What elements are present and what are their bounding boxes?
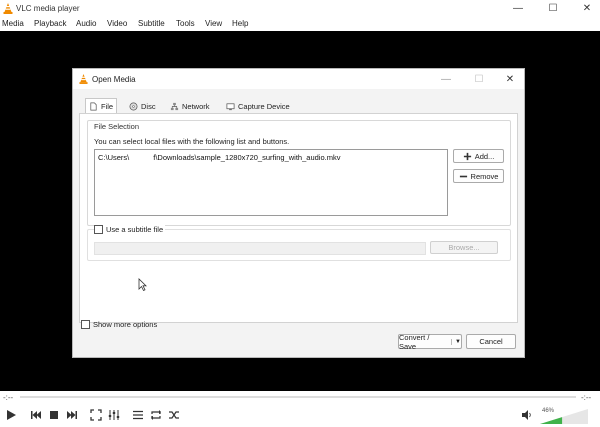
network-icon — [170, 102, 179, 110]
playlist-button[interactable] — [130, 407, 146, 423]
volume-slider[interactable]: 46% — [540, 407, 588, 425]
checkbox-box — [81, 320, 90, 329]
playlist-icon — [133, 410, 143, 420]
dialog-title: Open Media — [92, 75, 136, 84]
checkbox-box — [94, 225, 103, 234]
browse-button: Browse... — [430, 241, 498, 254]
file-path-suffix: f\Downloads\sample_1280x720_surfing_with… — [153, 153, 341, 162]
minimize-icon: — — [441, 73, 451, 85]
next-icon — [67, 411, 77, 419]
file-selection-group: File Selection You can select local file… — [87, 120, 511, 226]
close-icon: ✕ — [582, 3, 592, 14]
tab-disc[interactable]: Disc — [126, 99, 159, 113]
elapsed-time: -:-- — [3, 393, 14, 402]
window-title: VLC media player — [16, 4, 80, 13]
file-list[interactable]: C:\Users\ f\Downloads\sample_1280x720_sur… — [94, 149, 448, 216]
vlc-logo-icon — [79, 74, 88, 84]
disc-icon — [129, 102, 138, 110]
loop-icon — [151, 410, 161, 420]
file-selection-legend: File Selection — [94, 122, 140, 131]
mute-button[interactable] — [519, 407, 535, 423]
menu-video[interactable]: Video — [107, 19, 127, 28]
convert-save-label: Convert / Save — [399, 332, 430, 351]
capture-device-icon — [226, 102, 235, 110]
mouse-cursor-icon — [138, 278, 147, 292]
stop-icon — [50, 411, 58, 419]
play-icon — [7, 410, 16, 420]
show-more-options-label: Show more options — [93, 320, 158, 329]
add-button[interactable]: Add... — [453, 149, 504, 163]
maximize-icon: ☐ — [548, 3, 558, 14]
next-button[interactable] — [64, 407, 80, 423]
convert-save-button[interactable]: Convert / Save ▼ — [398, 332, 462, 351]
fullscreen-button[interactable] — [88, 407, 104, 423]
subtitle-group: Use a subtitle file Browse... — [87, 225, 511, 261]
shuffle-icon — [169, 411, 179, 419]
menu-media[interactable]: Media — [2, 19, 24, 28]
menu-view[interactable]: View — [205, 19, 222, 28]
list-item[interactable]: C:\Users\ f\Downloads\sample_1280x720_sur… — [98, 153, 340, 162]
file-path-prefix: C:\Users\ — [98, 153, 130, 162]
tab-network-label: Network — [182, 101, 210, 111]
use-subtitle-label: Use a subtitle file — [106, 225, 164, 234]
plus-icon — [463, 152, 471, 160]
dialog-minimize-button[interactable]: — — [433, 70, 459, 88]
vlc-logo-icon — [3, 3, 13, 14]
stop-button[interactable] — [46, 407, 62, 423]
title-bar: VLC media player — ☐ ✕ — [0, 0, 600, 17]
tab-file[interactable]: File — [85, 98, 118, 114]
remaining-time: -:-- — [581, 393, 592, 402]
seek-slider[interactable] — [20, 396, 576, 398]
menu-audio[interactable]: Audio — [76, 19, 96, 28]
maximize-icon: ☐ — [474, 73, 484, 85]
show-more-options-checkbox[interactable]: Show more options — [81, 320, 157, 329]
maximize-button[interactable]: ☐ — [540, 0, 566, 17]
use-subtitle-checkbox[interactable]: Use a subtitle file — [94, 225, 166, 234]
menu-tools[interactable]: Tools — [176, 19, 195, 28]
previous-button[interactable] — [28, 407, 44, 423]
menu-playback[interactable]: Playback — [34, 19, 66, 28]
cancel-button-label: Cancel — [479, 337, 503, 346]
tab-disc-label: Disc — [141, 101, 156, 111]
minus-icon — [459, 175, 467, 177]
cancel-button[interactable]: Cancel — [466, 334, 516, 349]
close-icon: ✕ — [505, 73, 515, 85]
previous-icon — [31, 411, 41, 419]
fullscreen-icon — [90, 409, 102, 421]
file-icon — [90, 102, 97, 111]
dialog-close-button[interactable]: ✕ — [497, 70, 523, 88]
loop-button[interactable] — [148, 407, 164, 423]
tab-capture-device[interactable]: Capture Device — [223, 99, 293, 113]
extended-settings-icon — [108, 410, 120, 420]
remove-button-label: Remove — [470, 171, 499, 181]
volume-icon — [522, 410, 531, 420]
add-button-label: Add... — [474, 151, 495, 161]
playback-controls: 46% — [0, 403, 600, 427]
dialog-maximize-button[interactable]: ☐ — [466, 70, 492, 88]
dialog-title-bar: Open Media — ☐ ✕ — [73, 69, 524, 89]
minimize-icon: — — [513, 3, 523, 14]
remove-button[interactable]: Remove — [453, 169, 504, 183]
open-media-dialog: Open Media — ☐ ✕ File Disc Network Captu… — [72, 68, 525, 358]
tab-capture-device-label: Capture Device — [238, 101, 290, 111]
close-button[interactable]: ✕ — [574, 0, 600, 17]
seek-bar-area: -:-- -:-- — [0, 391, 600, 403]
volume-percent: 46% — [542, 408, 555, 414]
minimize-button[interactable]: — — [505, 0, 531, 17]
file-selection-description: You can select local files with the foll… — [94, 137, 290, 146]
play-button[interactable] — [2, 407, 20, 423]
menu-help[interactable]: Help — [232, 19, 248, 28]
browse-button-label: Browse... — [448, 243, 480, 252]
tab-file-label: File — [101, 102, 114, 111]
tab-network[interactable]: Network — [167, 99, 213, 113]
menu-bar: Media Playback Audio Video Subtitle Tool… — [0, 17, 600, 31]
subtitle-path-field — [94, 242, 426, 255]
dropdown-arrow-icon[interactable]: ▼ — [451, 338, 461, 345]
shuffle-button[interactable] — [166, 407, 182, 423]
menu-subtitle[interactable]: Subtitle — [138, 19, 165, 28]
extended-settings-button[interactable] — [106, 407, 122, 423]
